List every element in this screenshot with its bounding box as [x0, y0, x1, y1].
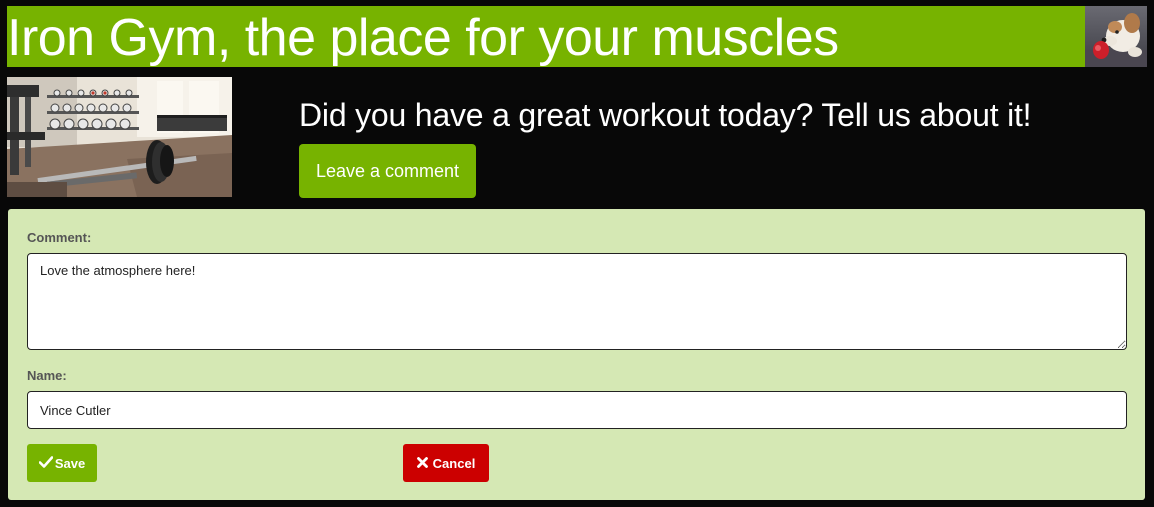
user-avatar[interactable]: [1085, 6, 1147, 67]
header-banner: Iron Gym, the place for your muscles: [7, 6, 1085, 67]
cancel-button-label: Cancel: [432, 455, 476, 471]
name-label: Name:: [27, 368, 67, 383]
save-button-label: Save: [54, 455, 86, 471]
comment-form-panel: Comment: Love the atmosphere here! Name:…: [8, 209, 1145, 500]
site-title: Iron Gym, the place for your muscles: [7, 9, 839, 67]
name-input[interactable]: [27, 391, 1127, 429]
checkmark-icon: [38, 456, 54, 470]
save-button[interactable]: Save: [27, 444, 97, 482]
comment-label: Comment:: [27, 230, 92, 245]
workout-question-heading: Did you have a great workout today? Tell…: [299, 97, 1032, 133]
leave-comment-button[interactable]: Leave a comment: [299, 144, 476, 198]
times-icon: [416, 456, 428, 470]
dog-avatar-photo: [1085, 6, 1147, 67]
comment-textarea[interactable]: Love the atmosphere here!: [27, 253, 1127, 350]
gym-weights-photo: [7, 77, 232, 197]
gym-photo: [7, 77, 232, 197]
page: Iron Gym, the place for your muscles Did…: [0, 0, 1154, 507]
cancel-button[interactable]: Cancel: [403, 444, 489, 482]
